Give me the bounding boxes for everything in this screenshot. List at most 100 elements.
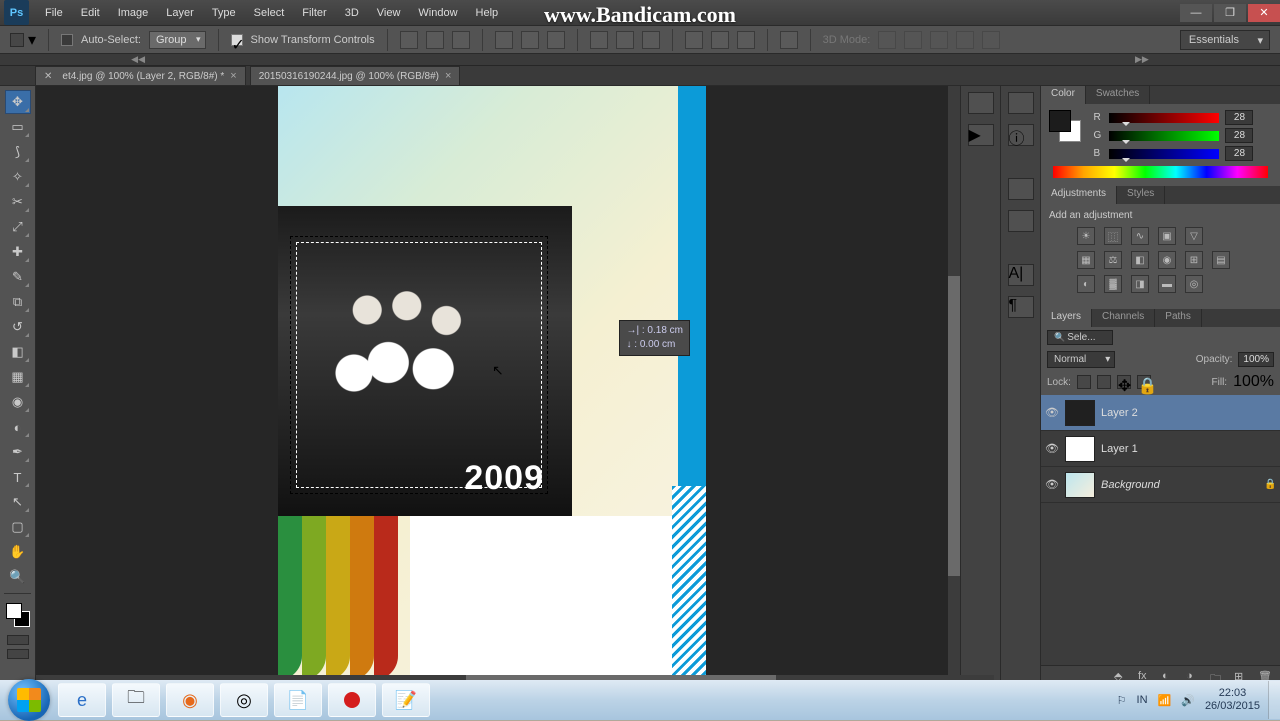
lock-pixels-icon[interactable] <box>1077 375 1091 389</box>
hand-tool[interactable]: ✋ <box>5 540 31 564</box>
g-slider[interactable] <box>1109 131 1219 141</box>
rectangle-tool[interactable]: ▢ <box>5 515 31 539</box>
paragraph-panel-icon[interactable]: ¶ <box>1008 296 1034 318</box>
taskbar-firefox[interactable]: ◉ <box>166 683 214 717</box>
align-hcenter-icon[interactable] <box>521 31 539 49</box>
adj-curves-icon[interactable]: ∿ <box>1131 227 1149 245</box>
move-tool[interactable]: ✥ <box>5 90 31 114</box>
menu-filter[interactable]: Filter <box>294 3 334 23</box>
menu-3d[interactable]: 3D <box>337 3 367 23</box>
crop-tool[interactable]: ✂ <box>5 190 31 214</box>
menu-type[interactable]: Type <box>204 3 244 23</box>
type-tool[interactable]: T <box>5 465 31 489</box>
distribute-1-icon[interactable] <box>590 31 608 49</box>
g-value[interactable]: 28 <box>1225 128 1253 143</box>
eyedropper-tool[interactable]: ⤢ <box>5 215 31 239</box>
character-panel-icon[interactable]: A| <box>1008 264 1034 286</box>
adj-selective-icon[interactable]: ◎ <box>1185 275 1203 293</box>
close-button[interactable]: ✕ <box>1248 4 1280 22</box>
r-value[interactable]: 28 <box>1225 110 1253 125</box>
adj-brightness-icon[interactable]: ☀ <box>1077 227 1095 245</box>
tray-volume-icon[interactable]: 🔊 <box>1181 694 1195 707</box>
b-value[interactable]: 28 <box>1225 146 1253 161</box>
layer-name[interactable]: Layer 1 <box>1101 443 1138 455</box>
tab-color[interactable]: Color <box>1041 86 1086 104</box>
fill-value[interactable]: 100% <box>1233 373 1274 391</box>
distribute-5-icon[interactable] <box>711 31 729 49</box>
adj-posterize-icon[interactable]: ▓ <box>1104 275 1122 293</box>
document-canvas[interactable]: 2009 →| : 0.18 cm↓ : 0.00 cm ↖ <box>278 86 706 680</box>
tab-layers[interactable]: Layers <box>1041 309 1092 327</box>
color-panel-swatch[interactable] <box>1049 110 1081 142</box>
menu-view[interactable]: View <box>369 3 409 23</box>
align-bottom-icon[interactable] <box>452 31 470 49</box>
menu-help[interactable]: Help <box>468 3 507 23</box>
layer-thumbnail[interactable] <box>1065 400 1095 426</box>
vertical-scrollbar[interactable] <box>948 86 960 687</box>
layer-row-background[interactable]: 👁 Background 🔒 <box>1041 467 1280 503</box>
distribute-2-icon[interactable] <box>616 31 634 49</box>
screen-mode-toggle[interactable] <box>7 649 29 659</box>
r-slider[interactable] <box>1109 113 1219 123</box>
magic-wand-tool[interactable]: ✧ <box>5 165 31 189</box>
lock-lock-icon[interactable]: 🔒 <box>1137 375 1151 389</box>
adj-exposure-icon[interactable]: ▣ <box>1158 227 1176 245</box>
layer-filter-type[interactable]: Sele... <box>1047 330 1113 345</box>
blur-tool[interactable]: ◉ <box>5 390 31 414</box>
lock-all-icon[interactable]: ✥ <box>1117 375 1131 389</box>
menu-select[interactable]: Select <box>246 3 293 23</box>
auto-select-target[interactable]: Group <box>149 31 206 49</box>
opacity-value[interactable]: 100% <box>1238 352 1274 367</box>
marquee-tool[interactable]: ▭ <box>5 115 31 139</box>
taskbar-ie[interactable]: e <box>58 683 106 717</box>
layer-thumbnail[interactable] <box>1065 436 1095 462</box>
tab-swatches[interactable]: Swatches <box>1086 86 1150 104</box>
brush-panel-icon[interactable] <box>1008 92 1034 114</box>
path-selection-tool[interactable]: ↖ <box>5 490 31 514</box>
taskbar-bandicam[interactable] <box>328 683 376 717</box>
menu-image[interactable]: Image <box>110 3 157 23</box>
layer-row-layer2[interactable]: 👁 Layer 2 <box>1041 395 1280 431</box>
color-ramp[interactable] <box>1053 166 1268 178</box>
info-panel-icon[interactable]: ⓘ <box>1008 124 1034 146</box>
visibility-toggle-icon[interactable]: 👁 <box>1045 478 1059 492</box>
visibility-toggle-icon[interactable]: 👁 <box>1045 442 1059 456</box>
adj-vibrance-icon[interactable]: ▽ <box>1185 227 1203 245</box>
b-slider[interactable] <box>1109 149 1219 159</box>
close-tab-1-icon[interactable]: × <box>230 70 236 82</box>
menu-file[interactable]: File <box>37 3 71 23</box>
tab-adjustments[interactable]: Adjustments <box>1041 186 1117 204</box>
layer-name[interactable]: Layer 2 <box>1101 407 1138 419</box>
menu-edit[interactable]: Edit <box>73 3 108 23</box>
quick-mask-toggle[interactable] <box>7 635 29 645</box>
visibility-toggle-icon[interactable]: 👁 <box>1045 406 1059 420</box>
auto-select-checkbox[interactable] <box>61 34 73 46</box>
tray-lang[interactable]: IN <box>1137 694 1148 706</box>
tab-channels[interactable]: Channels <box>1092 309 1155 327</box>
tab-styles[interactable]: Styles <box>1117 186 1165 204</box>
eraser-tool[interactable]: ◧ <box>5 340 31 364</box>
history-panel-icon[interactable] <box>968 92 994 114</box>
taskbar-explorer[interactable]: 🗀 <box>112 683 160 717</box>
tray-clock[interactable]: 22:0326/03/2015 <box>1205 687 1260 713</box>
align-vcenter-icon[interactable] <box>426 31 444 49</box>
tray-flag-icon[interactable]: ⚐ <box>1117 694 1127 707</box>
workspace-switcher[interactable]: Essentials <box>1180 30 1270 50</box>
adj-lookup-icon[interactable]: ▤ <box>1212 251 1230 269</box>
close-tab-2-icon[interactable]: × <box>445 70 451 82</box>
start-button[interactable] <box>8 679 50 721</box>
adj-invert-icon[interactable]: ◐ <box>1077 275 1095 293</box>
actions-panel-icon[interactable]: ▶ <box>968 124 994 146</box>
distribute-4-icon[interactable] <box>685 31 703 49</box>
healing-brush-tool[interactable]: ✚ <box>5 240 31 264</box>
color-swatch[interactable] <box>6 603 30 627</box>
adj-mixer-icon[interactable]: ⊞ <box>1185 251 1203 269</box>
adj-gradientmap-icon[interactable]: ▬ <box>1158 275 1176 293</box>
document-tab-2[interactable]: 20150316190244.jpg @ 100% (RGB/8#)× <box>250 66 461 85</box>
auto-align-icon[interactable] <box>780 31 798 49</box>
canvas-area[interactable]: 2009 →| : 0.18 cm↓ : 0.00 cm ↖ <box>36 86 960 687</box>
align-left-icon[interactable] <box>495 31 513 49</box>
tray-network-icon[interactable]: 📶 <box>1158 694 1172 707</box>
brush-presets-panel-icon[interactable] <box>1008 210 1034 232</box>
gradient-tool[interactable]: ▦ <box>5 365 31 389</box>
